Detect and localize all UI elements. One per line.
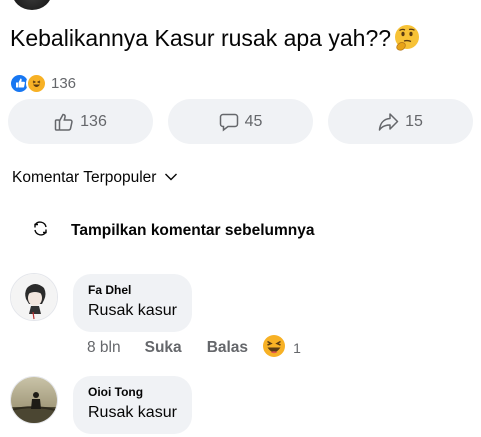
comment-author-name[interactable]: Oioi Tong (88, 385, 177, 400)
post-text-content: Kebalikannya Kasur rusak apa yah?? (10, 25, 392, 51)
thumbs-up-icon (54, 112, 74, 132)
like-count: 136 (80, 112, 107, 130)
comment-bubble: Oioi Tong Rusak kasur (73, 376, 192, 434)
share-icon (378, 112, 399, 132)
comment-text: Rusak kasur (88, 302, 177, 319)
like-button[interactable]: 136 (8, 99, 153, 144)
comment-text: Rusak kasur (88, 404, 177, 421)
view-previous-comments-button[interactable]: Tampilkan komentar sebelumnya (32, 220, 315, 242)
share-button[interactable]: 15 (328, 99, 473, 144)
haha-reaction-icon (26, 72, 47, 94)
comment-icon (219, 112, 239, 132)
sort-label: Komentar Terpopuler (12, 169, 157, 186)
comment-author-avatar[interactable] (10, 273, 58, 321)
comment-meta: 8 bln Suka Balas 1 (87, 334, 301, 359)
reaction-count: 136 (51, 74, 77, 92)
post-author-avatar[interactable] (12, 0, 52, 10)
refresh-icon (32, 220, 49, 242)
comment-author-name[interactable]: Fa Dhel (88, 283, 177, 298)
thinking-face-icon (393, 24, 421, 52)
haha-reaction-icon[interactable] (262, 334, 286, 363)
comment-count: 45 (244, 112, 263, 130)
comment-reply-button[interactable]: Balas (207, 339, 248, 357)
share-count: 15 (405, 112, 423, 130)
comment-author-avatar[interactable] (10, 376, 58, 424)
comment-bubble: Fa Dhel Rusak kasur (73, 274, 192, 332)
chevron-down-icon (164, 169, 178, 187)
post-text: Kebalikannya Kasur rusak apa yah?? (10, 22, 421, 54)
view-previous-label: Tampilkan komentar sebelumnya (71, 222, 315, 239)
comment-sort-dropdown[interactable]: Komentar Terpopuler (12, 169, 178, 187)
reaction-summary[interactable]: 136 (9, 72, 77, 94)
comment-like-button[interactable]: Suka (145, 339, 182, 357)
comment-button[interactable]: 45 (168, 99, 313, 144)
comment-timestamp[interactable]: 8 bln (87, 339, 121, 357)
comment-reaction-count[interactable]: 1 (293, 340, 301, 356)
